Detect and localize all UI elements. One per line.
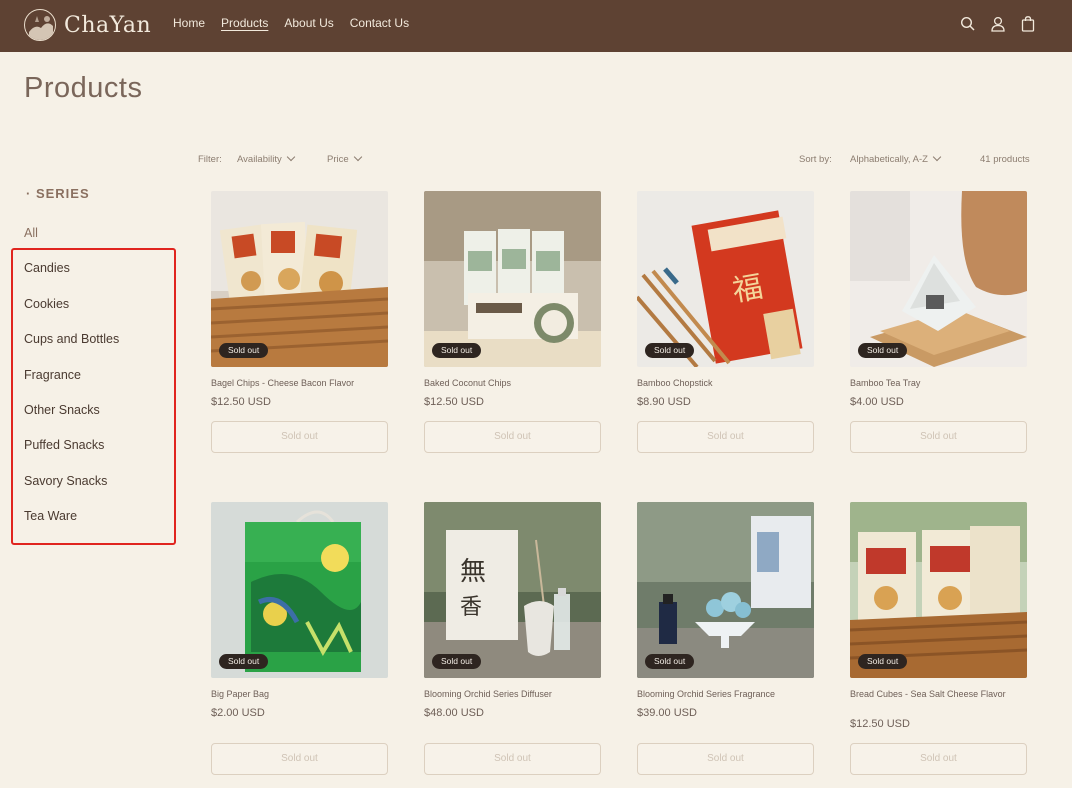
logo-emblem-icon	[24, 9, 56, 41]
availability-filter[interactable]: Availability	[237, 152, 295, 165]
sold-out-button[interactable]: Sold out	[850, 743, 1027, 775]
sold-out-button[interactable]: Sold out	[424, 743, 601, 775]
svg-text:香: 香	[460, 595, 482, 620]
product-image[interactable]	[211, 502, 388, 678]
sold-out-button[interactable]: Sold out	[637, 421, 814, 453]
svg-text:福: 福	[730, 270, 766, 310]
product-name[interactable]: Bread Cubes - Sea Salt Cheese Flavor	[850, 689, 1027, 700]
product-price: $12.50 USD	[424, 396, 484, 408]
chevron-down-icon	[353, 152, 362, 162]
product-name[interactable]: Baked Coconut Chips	[424, 378, 601, 389]
sold-out-badge: Sold out	[219, 654, 269, 669]
sold-out-badge: Sold out	[645, 654, 695, 669]
sold-out-badge: Sold out	[858, 343, 908, 358]
sold-out-button[interactable]: Sold out	[637, 743, 814, 775]
product-price: $39.00 USD	[637, 707, 697, 719]
brand-name: ChaYan	[64, 12, 152, 38]
chevron-down-icon	[932, 152, 942, 162]
sort-value: Alphabetically, A-Z	[850, 154, 928, 165]
filter-label: Filter:	[198, 154, 222, 165]
price-label: Price	[327, 154, 349, 165]
nav-products[interactable]: Products	[221, 16, 268, 30]
sold-out-badge: Sold out	[219, 343, 269, 358]
product-price: $8.90 USD	[637, 396, 691, 408]
product-price: $4.00 USD	[850, 396, 904, 408]
product-name[interactable]: Bamboo Chopstick	[637, 378, 814, 389]
sort-label: Sort by:	[799, 154, 832, 165]
product-name[interactable]: Big Paper Bag	[211, 689, 388, 700]
product-image[interactable]	[850, 191, 1027, 367]
nav-home[interactable]: Home	[173, 16, 205, 30]
sold-out-badge: Sold out	[858, 654, 908, 669]
product-image[interactable]: 福	[637, 191, 814, 367]
product-price: $2.00 USD	[211, 707, 265, 719]
product-price: $48.00 USD	[424, 707, 484, 719]
sold-out-badge: Sold out	[645, 343, 695, 358]
nav-contact-us[interactable]: Contact Us	[350, 16, 409, 30]
account-icon[interactable]	[990, 15, 1006, 33]
product-image[interactable]	[850, 502, 1027, 678]
sort-select[interactable]: Alphabetically, A-Z	[850, 152, 942, 165]
site-header: ChaYan Home Products About Us Contact Us	[0, 0, 1072, 52]
sold-out-button[interactable]: Sold out	[850, 421, 1027, 453]
product-price: $12.50 USD	[211, 396, 271, 408]
sold-out-button[interactable]: Sold out	[211, 421, 388, 453]
brand-logo[interactable]: ChaYan	[24, 8, 151, 42]
sold-out-button[interactable]: Sold out	[211, 743, 388, 775]
availability-label: Availability	[237, 154, 282, 165]
svg-text:無: 無	[460, 557, 486, 587]
sold-out-badge: Sold out	[432, 654, 482, 669]
header-actions	[960, 15, 1036, 33]
page-title: Products	[24, 72, 143, 104]
product-name[interactable]: Bagel Chips - Cheese Bacon Flavor	[211, 378, 388, 389]
nav-about-us[interactable]: About Us	[284, 16, 333, 30]
main-nav: Home Products About Us Contact Us	[173, 16, 425, 30]
chevron-down-icon	[286, 152, 295, 162]
product-image[interactable]	[211, 191, 388, 367]
sold-out-button[interactable]: Sold out	[424, 421, 601, 453]
product-image[interactable]	[637, 502, 814, 678]
product-image[interactable]: 無 香	[424, 502, 601, 678]
product-price: $12.50 USD	[850, 718, 910, 730]
cart-icon[interactable]	[1020, 15, 1036, 33]
sold-out-badge: Sold out	[432, 343, 482, 358]
product-image[interactable]	[424, 191, 601, 367]
product-count: 41 products	[980, 154, 1030, 165]
price-filter[interactable]: Price	[327, 152, 362, 165]
product-name[interactable]: Blooming Orchid Series Fragrance	[637, 689, 814, 700]
series-heading: · SERIES	[26, 186, 90, 201]
search-icon[interactable]	[960, 15, 976, 33]
product-name[interactable]: Bamboo Tea Tray	[850, 378, 1027, 389]
highlight-box	[11, 248, 176, 545]
product-name[interactable]: Blooming Orchid Series Diffuser	[424, 689, 601, 700]
